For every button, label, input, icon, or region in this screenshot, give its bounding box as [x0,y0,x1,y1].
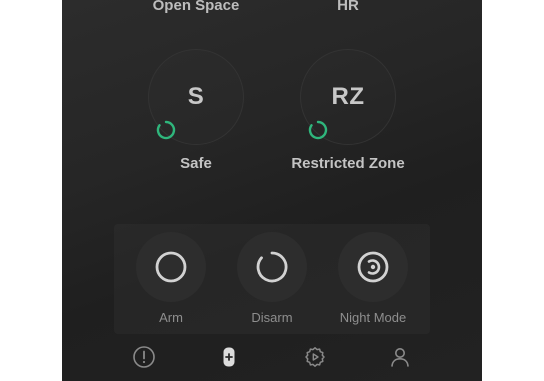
disarm-label: Disarm [251,310,293,325]
zone-title-hr: HR [337,0,359,14]
nav-profile[interactable] [386,343,414,371]
nav-settings[interactable] [301,343,329,371]
app-screen: Open Space HR S RZ Safe Restricted Zone [62,0,482,381]
night-mode-label: Night Mode [339,310,407,325]
remote-control-icon [223,347,235,367]
ring-icon [155,251,187,283]
zone-code: S [187,83,205,110]
zone-title-open-space: Open Space [152,0,240,14]
alert-circle-icon [133,346,155,368]
status-indicator-icon [156,120,176,140]
zone-label-safe: Safe [180,155,212,172]
zone-button-safe[interactable]: S [148,49,244,145]
nav-remote[interactable] [215,343,243,371]
status-indicator-icon [308,120,328,140]
arm-button[interactable] [136,232,206,302]
disarm-button[interactable] [237,232,307,302]
nav-alerts[interactable] [130,343,158,371]
night-mode-button[interactable] [338,232,408,302]
target-icon [357,251,389,283]
arm-label: Arm [159,310,183,325]
user-icon [391,348,409,367]
zone-label-restricted: Restricted Zone [291,155,405,172]
settings-gear-icon [305,347,325,367]
open-ring-icon [256,251,288,283]
zone-button-restricted[interactable]: RZ [300,49,396,145]
zone-code: RZ [331,83,365,110]
